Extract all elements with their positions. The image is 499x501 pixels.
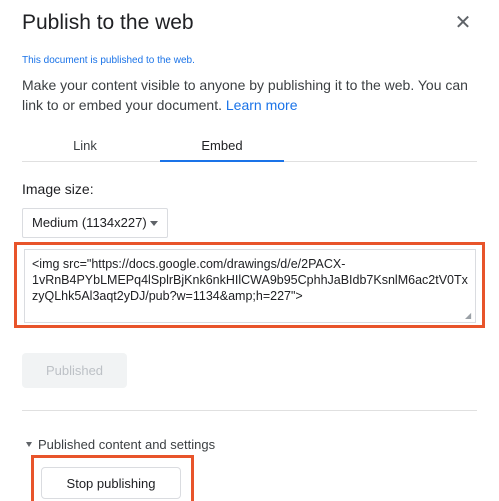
image-size-label: Image size:	[22, 181, 94, 197]
embed-code-textarea[interactable]: <img src="https://docs.google.com/drawin…	[24, 249, 476, 323]
published-settings-label: Published content and settings	[38, 437, 216, 452]
publish-description: Make your content visible to anyone by p…	[22, 75, 477, 115]
image-size-select[interactable]: Medium (1134x227)	[22, 208, 168, 238]
image-size-value: Medium (1134x227)	[32, 215, 147, 230]
tab-embed[interactable]: Embed	[160, 131, 284, 162]
learn-more-link[interactable]: Learn more	[226, 97, 298, 113]
dialog-title: Publish to the web	[22, 11, 194, 34]
published-button[interactable]: Published	[22, 353, 127, 388]
published-settings-toggle[interactable]: Published content and settings	[26, 437, 215, 452]
publish-dialog: Publish to the web ✕ This document is pu…	[0, 0, 499, 501]
close-icon[interactable]: ✕	[452, 12, 474, 34]
resize-grip-icon[interactable]: ◢	[465, 312, 473, 320]
stop-publishing-button[interactable]: Stop publishing	[41, 467, 181, 499]
publish-status-text: This document is published to the web.	[22, 55, 195, 66]
caret-down-icon	[26, 442, 32, 447]
tab-link[interactable]: Link	[22, 131, 148, 161]
publish-tabs: Link Embed	[22, 131, 477, 162]
chevron-down-icon	[150, 221, 158, 226]
section-divider	[22, 410, 477, 411]
